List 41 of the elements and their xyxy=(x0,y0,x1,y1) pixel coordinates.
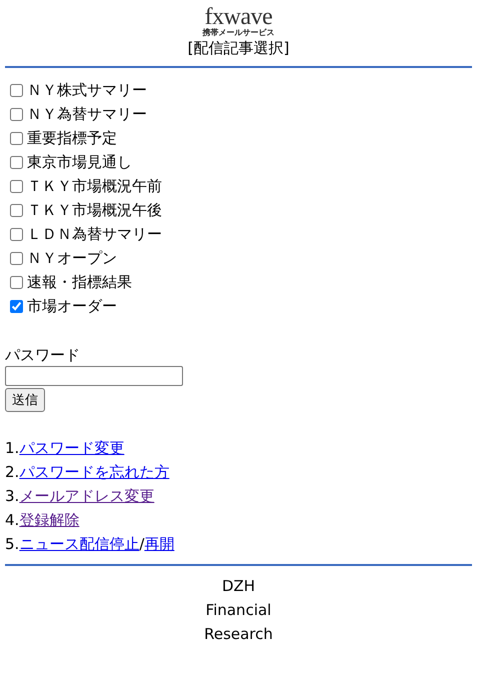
article-label: ＮＹ株式サマリー xyxy=(27,80,147,100)
footer-text: Financial xyxy=(206,600,272,621)
menu-link[interactable]: パスワード変更 xyxy=(19,439,124,457)
article-label: 速報・指標結果 xyxy=(27,272,132,292)
article-checkbox[interactable] xyxy=(10,180,23,192)
article-checkbox[interactable] xyxy=(10,156,23,168)
submit-button[interactable]: 送信 xyxy=(5,388,45,412)
logo-tagline: 携帯メールサービス xyxy=(202,28,274,38)
article-label: ＴＫＹ市場概況午前 xyxy=(27,176,162,196)
article-label: ＮＹ為替サマリー xyxy=(27,104,147,124)
footer-text: Research xyxy=(204,624,273,645)
article-checkbox[interactable] xyxy=(10,108,23,120)
menu-number: 5. xyxy=(5,535,20,553)
article-label: ＬＤＮ為替サマリー xyxy=(27,224,162,244)
article-checkbox[interactable] xyxy=(10,84,23,96)
article-checkbox[interactable] xyxy=(10,300,23,312)
article-checkbox[interactable] xyxy=(10,228,23,240)
footer-text: DZH xyxy=(222,576,256,597)
menu-number: 2. xyxy=(5,463,20,481)
menu-link[interactable]: パスワードを忘れた方 xyxy=(19,463,170,481)
article-label: 市場オーダー xyxy=(27,296,117,316)
article-checkbox[interactable] xyxy=(10,276,23,288)
password-label: パスワード xyxy=(5,345,80,366)
article-label: 重要指標予定 xyxy=(27,128,117,148)
logo-wordmark: fxwave xyxy=(204,6,272,28)
article-label: ＮＹオープン xyxy=(27,248,117,268)
article-checkbox[interactable] xyxy=(10,252,23,264)
menu-number: 4. xyxy=(5,511,20,529)
article-label: ＴＫＹ市場概況午後 xyxy=(27,200,162,220)
article-checkbox[interactable] xyxy=(10,132,23,144)
menu-number: 1. xyxy=(5,439,20,457)
menu-number: 3. xyxy=(5,487,20,505)
password-field[interactable] xyxy=(5,366,183,386)
menu-link[interactable]: ニュース配信停止 xyxy=(19,535,140,553)
page-heading: [配信記事選択] xyxy=(188,38,290,58)
article-checkbox[interactable] xyxy=(10,204,23,216)
menu-link[interactable]: 登録解除 xyxy=(19,511,80,529)
article-label: 東京市場見通し xyxy=(27,152,132,172)
menu-link[interactable]: 再開 xyxy=(144,535,174,553)
link-separator: / xyxy=(139,535,144,553)
menu-link[interactable]: メールアドレス変更 xyxy=(19,487,154,505)
